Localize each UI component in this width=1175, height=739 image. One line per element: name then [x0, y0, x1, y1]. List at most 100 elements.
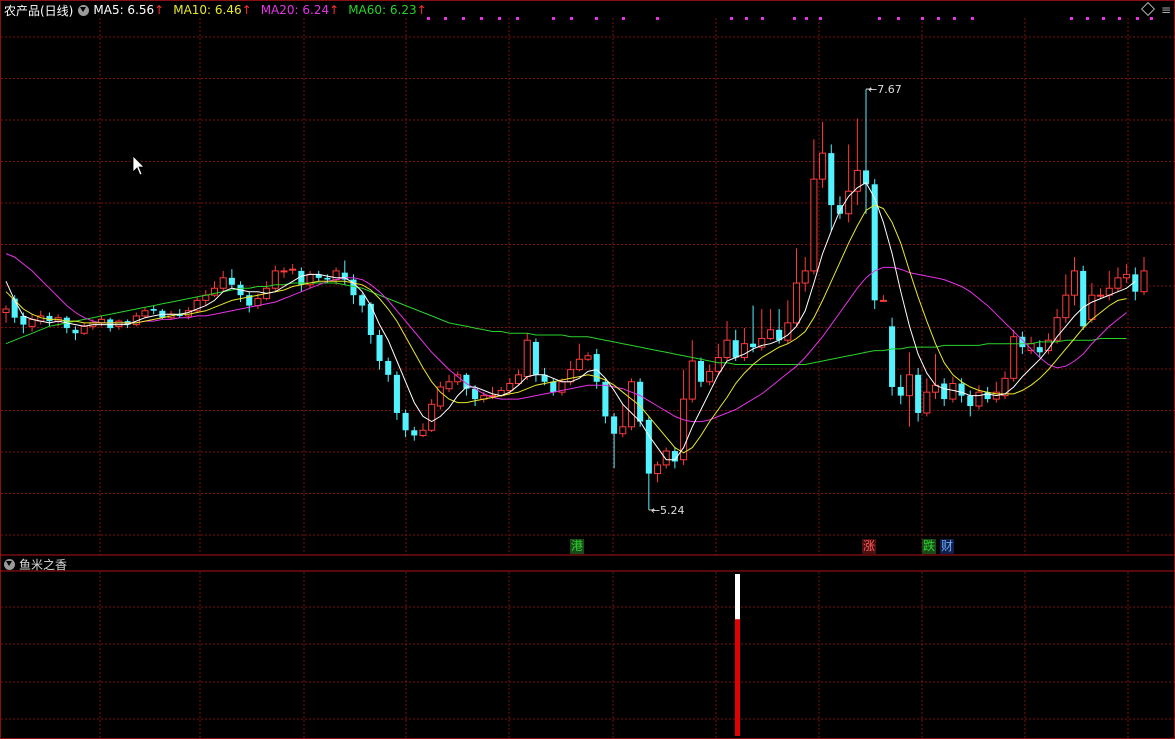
signal-dot	[921, 17, 924, 20]
candle-body	[1001, 377, 1009, 397]
candle-body	[984, 392, 991, 400]
candle-body	[627, 381, 636, 428]
candle-body	[567, 369, 575, 383]
candle-body	[1062, 294, 1070, 319]
candle-body	[637, 381, 644, 422]
candle-body	[11, 298, 18, 318]
candle-body	[688, 360, 696, 400]
candle-body	[662, 450, 670, 466]
candle-body	[1070, 270, 1079, 296]
candle-body	[975, 391, 983, 407]
ma20-readout: MA20: 6.24↑	[261, 3, 339, 17]
signal-dot	[971, 17, 974, 20]
sub-panel-title[interactable]: 鱼米之香	[19, 556, 67, 573]
candle-body	[611, 416, 618, 434]
candle-body	[810, 178, 818, 272]
dropdown-circle-icon[interactable]	[4, 559, 15, 570]
signal-dot	[444, 17, 447, 20]
signal-dot	[819, 17, 822, 20]
ma20-line	[5, 253, 1127, 423]
candle-body	[723, 339, 731, 359]
candle-body	[645, 419, 652, 474]
ma5-line	[5, 181, 1136, 461]
tag-die[interactable]: 跌	[922, 539, 937, 554]
candle-body	[653, 464, 662, 475]
candle-body	[445, 381, 453, 390]
ma5-readout: MA5: 6.56↑	[93, 3, 164, 17]
security-title[interactable]: 农产品(日线)	[4, 2, 73, 19]
sub-panel-header: 鱼米之香	[4, 556, 67, 573]
signal-dot	[1070, 17, 1073, 20]
candle-body	[411, 430, 418, 436]
tag-gang[interactable]: 港	[570, 539, 585, 554]
candle-body	[506, 383, 514, 391]
ma60-line	[5, 282, 1127, 365]
signal-dot	[805, 17, 808, 20]
kline-chart[interactable]: ←7.67 ←5.24	[0, 0, 1175, 739]
candle-body	[254, 298, 262, 307]
candle-body	[1088, 294, 1096, 320]
signal-dot	[878, 17, 881, 20]
candle-body	[905, 374, 913, 397]
grid-lines	[0, 18, 1175, 739]
signal-dot	[1118, 17, 1121, 20]
candle-body	[1036, 347, 1043, 353]
candle-body	[1097, 294, 1105, 297]
signal-dot	[1136, 17, 1139, 20]
signal-dot	[570, 17, 573, 20]
dropdown-circle-icon[interactable]	[78, 4, 90, 16]
candle-body	[359, 295, 366, 306]
candle-body	[766, 329, 774, 339]
menu-lines-icon[interactable]: ≡	[1161, 3, 1171, 17]
up-arrow-icon: ↑	[329, 3, 340, 17]
signal-dot	[552, 17, 555, 20]
high-marker-label: ←7.67	[868, 83, 902, 96]
candle-body	[923, 391, 931, 414]
candle-body	[280, 270, 288, 273]
signal-dot	[462, 17, 465, 20]
signal-dot	[1150, 17, 1153, 20]
signal-dot	[897, 17, 900, 20]
mouse-cursor-icon	[132, 155, 145, 176]
candle-body	[289, 268, 297, 271]
up-arrow-icon: ↑	[241, 3, 252, 17]
candle-body	[385, 360, 392, 375]
candle-body	[107, 319, 114, 329]
main-panel-header: 农产品(日线) MA5: 6.56↑ MA10: 6.46↑ MA20: 6.2…	[4, 2, 436, 18]
candle-body	[150, 309, 157, 311]
top-signal-dots	[427, 17, 1153, 20]
ma60-value: MA60: 6.23	[348, 3, 417, 17]
candle-body	[958, 383, 965, 396]
ma20-value: MA20: 6.24	[260, 3, 330, 17]
candle-body	[428, 403, 436, 431]
signal-dot	[622, 17, 625, 20]
candle-body	[2, 308, 10, 313]
signal-dot	[498, 17, 501, 20]
candle-body	[897, 386, 904, 396]
ma60-readout: MA60: 6.23↑	[348, 3, 426, 17]
ma5-value: MA5: 6.56	[93, 3, 155, 17]
indicator-red-segment	[735, 619, 740, 736]
candle-body	[1080, 270, 1087, 327]
signal-dot	[761, 17, 764, 20]
tag-zhang[interactable]: 涨	[862, 539, 877, 554]
candle-body	[532, 341, 539, 375]
ma10-line	[5, 204, 1127, 454]
candle-body	[792, 282, 801, 324]
candle-body	[402, 412, 409, 431]
candle-body	[697, 360, 705, 382]
tag-cai[interactable]: 财	[940, 539, 955, 554]
candle-body	[523, 339, 531, 378]
candle-body	[575, 358, 583, 371]
candle-body	[419, 429, 427, 436]
candle-body	[115, 320, 123, 327]
candle-body	[732, 340, 739, 358]
up-arrow-icon: ↑	[154, 3, 165, 17]
signal-dot	[1102, 17, 1105, 20]
candle-body	[228, 277, 235, 285]
moving-average-lines	[5, 181, 1136, 461]
candle-body	[550, 381, 557, 393]
signal-dot	[793, 17, 796, 20]
signal-dot	[937, 17, 940, 20]
low-marker-label: ←5.24	[651, 504, 685, 517]
